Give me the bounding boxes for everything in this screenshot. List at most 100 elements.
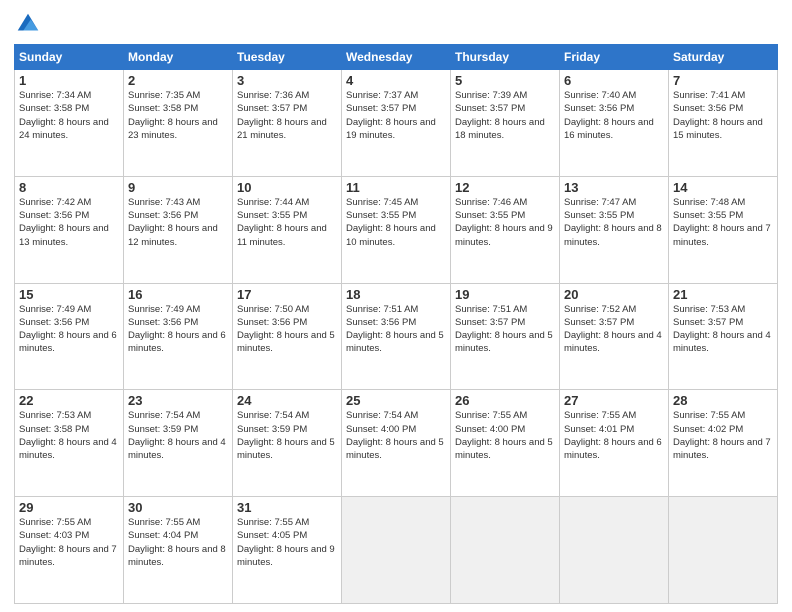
sunrise-label: Sunrise: 7:36 AM xyxy=(237,90,309,101)
daylight-label: Daylight: 8 hours and 19 minutes. xyxy=(346,117,436,141)
sunset-label: Sunset: 3:56 PM xyxy=(346,317,416,328)
daylight-label: Daylight: 8 hours and 4 minutes. xyxy=(128,437,226,461)
day-number: 20 xyxy=(564,287,664,302)
sunset-label: Sunset: 4:01 PM xyxy=(564,424,634,435)
calendar-cell: 21 Sunrise: 7:53 AM Sunset: 3:57 PM Dayl… xyxy=(669,283,778,390)
day-number: 31 xyxy=(237,500,337,515)
calendar-cell xyxy=(451,497,560,604)
calendar-cell: 17 Sunrise: 7:50 AM Sunset: 3:56 PM Dayl… xyxy=(233,283,342,390)
day-info: Sunrise: 7:51 AM Sunset: 3:57 PM Dayligh… xyxy=(455,303,555,356)
day-info: Sunrise: 7:55 AM Sunset: 4:03 PM Dayligh… xyxy=(19,516,119,569)
sunset-label: Sunset: 3:55 PM xyxy=(564,210,634,221)
sunrise-label: Sunrise: 7:55 AM xyxy=(673,410,745,421)
calendar-header-friday: Friday xyxy=(560,45,669,70)
day-info: Sunrise: 7:53 AM Sunset: 3:57 PM Dayligh… xyxy=(673,303,773,356)
daylight-label: Daylight: 8 hours and 12 minutes. xyxy=(128,223,218,247)
day-number: 23 xyxy=(128,393,228,408)
calendar-cell: 4 Sunrise: 7:37 AM Sunset: 3:57 PM Dayli… xyxy=(342,70,451,177)
sunrise-label: Sunrise: 7:55 AM xyxy=(455,410,527,421)
sunrise-label: Sunrise: 7:55 AM xyxy=(564,410,636,421)
daylight-label: Daylight: 8 hours and 18 minutes. xyxy=(455,117,545,141)
day-number: 2 xyxy=(128,73,228,88)
calendar-cell: 22 Sunrise: 7:53 AM Sunset: 3:58 PM Dayl… xyxy=(15,390,124,497)
day-info: Sunrise: 7:54 AM Sunset: 3:59 PM Dayligh… xyxy=(237,409,337,462)
sunrise-label: Sunrise: 7:53 AM xyxy=(673,304,745,315)
day-number: 15 xyxy=(19,287,119,302)
sunrise-label: Sunrise: 7:41 AM xyxy=(673,90,745,101)
sunset-label: Sunset: 3:56 PM xyxy=(128,210,198,221)
sunrise-label: Sunrise: 7:54 AM xyxy=(128,410,200,421)
daylight-label: Daylight: 8 hours and 4 minutes. xyxy=(564,330,662,354)
sunset-label: Sunset: 3:58 PM xyxy=(128,103,198,114)
sunset-label: Sunset: 4:03 PM xyxy=(19,530,89,541)
calendar-cell: 7 Sunrise: 7:41 AM Sunset: 3:56 PM Dayli… xyxy=(669,70,778,177)
calendar-cell: 26 Sunrise: 7:55 AM Sunset: 4:00 PM Dayl… xyxy=(451,390,560,497)
daylight-label: Daylight: 8 hours and 11 minutes. xyxy=(237,223,327,247)
sunrise-label: Sunrise: 7:42 AM xyxy=(19,197,91,208)
sunset-label: Sunset: 3:56 PM xyxy=(237,317,307,328)
sunset-label: Sunset: 3:55 PM xyxy=(237,210,307,221)
calendar-week-2: 8 Sunrise: 7:42 AM Sunset: 3:56 PM Dayli… xyxy=(15,176,778,283)
sunrise-label: Sunrise: 7:48 AM xyxy=(673,197,745,208)
calendar-cell: 23 Sunrise: 7:54 AM Sunset: 3:59 PM Dayl… xyxy=(124,390,233,497)
sunrise-label: Sunrise: 7:49 AM xyxy=(19,304,91,315)
day-number: 30 xyxy=(128,500,228,515)
day-number: 24 xyxy=(237,393,337,408)
calendar-cell xyxy=(342,497,451,604)
day-number: 25 xyxy=(346,393,446,408)
calendar-cell: 6 Sunrise: 7:40 AM Sunset: 3:56 PM Dayli… xyxy=(560,70,669,177)
daylight-label: Daylight: 8 hours and 16 minutes. xyxy=(564,117,654,141)
sunrise-label: Sunrise: 7:51 AM xyxy=(455,304,527,315)
sunset-label: Sunset: 3:56 PM xyxy=(19,210,89,221)
daylight-label: Daylight: 8 hours and 5 minutes. xyxy=(237,437,335,461)
day-number: 17 xyxy=(237,287,337,302)
calendar-week-4: 22 Sunrise: 7:53 AM Sunset: 3:58 PM Dayl… xyxy=(15,390,778,497)
day-info: Sunrise: 7:52 AM Sunset: 3:57 PM Dayligh… xyxy=(564,303,664,356)
calendar-cell: 11 Sunrise: 7:45 AM Sunset: 3:55 PM Dayl… xyxy=(342,176,451,283)
calendar-header-tuesday: Tuesday xyxy=(233,45,342,70)
calendar-cell xyxy=(669,497,778,604)
day-info: Sunrise: 7:55 AM Sunset: 4:02 PM Dayligh… xyxy=(673,409,773,462)
calendar-cell: 2 Sunrise: 7:35 AM Sunset: 3:58 PM Dayli… xyxy=(124,70,233,177)
day-info: Sunrise: 7:49 AM Sunset: 3:56 PM Dayligh… xyxy=(19,303,119,356)
sunrise-label: Sunrise: 7:40 AM xyxy=(564,90,636,101)
sunrise-label: Sunrise: 7:50 AM xyxy=(237,304,309,315)
sunrise-label: Sunrise: 7:34 AM xyxy=(19,90,91,101)
day-info: Sunrise: 7:46 AM Sunset: 3:55 PM Dayligh… xyxy=(455,196,555,249)
daylight-label: Daylight: 8 hours and 9 minutes. xyxy=(237,544,335,568)
day-number: 19 xyxy=(455,287,555,302)
day-info: Sunrise: 7:55 AM Sunset: 4:01 PM Dayligh… xyxy=(564,409,664,462)
sunrise-label: Sunrise: 7:45 AM xyxy=(346,197,418,208)
calendar-header-thursday: Thursday xyxy=(451,45,560,70)
calendar-cell: 9 Sunrise: 7:43 AM Sunset: 3:56 PM Dayli… xyxy=(124,176,233,283)
daylight-label: Daylight: 8 hours and 24 minutes. xyxy=(19,117,109,141)
day-number: 11 xyxy=(346,180,446,195)
calendar-cell: 3 Sunrise: 7:36 AM Sunset: 3:57 PM Dayli… xyxy=(233,70,342,177)
day-info: Sunrise: 7:50 AM Sunset: 3:56 PM Dayligh… xyxy=(237,303,337,356)
sunset-label: Sunset: 3:56 PM xyxy=(19,317,89,328)
day-number: 21 xyxy=(673,287,773,302)
sunset-label: Sunset: 3:59 PM xyxy=(237,424,307,435)
sunrise-label: Sunrise: 7:55 AM xyxy=(19,517,91,528)
calendar-cell: 25 Sunrise: 7:54 AM Sunset: 4:00 PM Dayl… xyxy=(342,390,451,497)
day-number: 29 xyxy=(19,500,119,515)
calendar-cell: 31 Sunrise: 7:55 AM Sunset: 4:05 PM Dayl… xyxy=(233,497,342,604)
day-info: Sunrise: 7:43 AM Sunset: 3:56 PM Dayligh… xyxy=(128,196,228,249)
daylight-label: Daylight: 8 hours and 13 minutes. xyxy=(19,223,109,247)
sunrise-label: Sunrise: 7:44 AM xyxy=(237,197,309,208)
sunrise-label: Sunrise: 7:37 AM xyxy=(346,90,418,101)
day-number: 3 xyxy=(237,73,337,88)
sunset-label: Sunset: 3:59 PM xyxy=(128,424,198,435)
calendar-header-sunday: Sunday xyxy=(15,45,124,70)
day-info: Sunrise: 7:55 AM Sunset: 4:05 PM Dayligh… xyxy=(237,516,337,569)
sunset-label: Sunset: 3:58 PM xyxy=(19,103,89,114)
calendar-cell: 10 Sunrise: 7:44 AM Sunset: 3:55 PM Dayl… xyxy=(233,176,342,283)
sunset-label: Sunset: 4:02 PM xyxy=(673,424,743,435)
day-number: 1 xyxy=(19,73,119,88)
day-info: Sunrise: 7:47 AM Sunset: 3:55 PM Dayligh… xyxy=(564,196,664,249)
day-number: 13 xyxy=(564,180,664,195)
day-number: 7 xyxy=(673,73,773,88)
daylight-label: Daylight: 8 hours and 8 minutes. xyxy=(564,223,662,247)
sunrise-label: Sunrise: 7:47 AM xyxy=(564,197,636,208)
day-number: 26 xyxy=(455,393,555,408)
